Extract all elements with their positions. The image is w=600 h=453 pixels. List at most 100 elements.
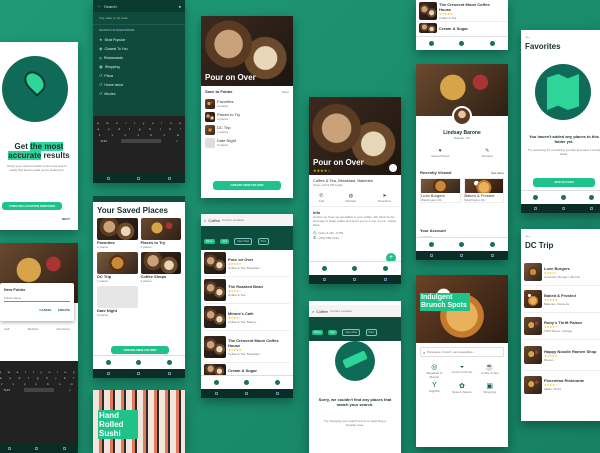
location-field[interactable]: Current Location — [330, 309, 352, 313]
price-chip[interactable]: Price — [257, 238, 270, 245]
directions-button[interactable]: ➤ Directions — [378, 193, 391, 203]
bottom-tabs[interactable] — [93, 355, 185, 369]
avatar[interactable] — [452, 106, 472, 126]
list-item[interactable]: ▣ Shopping — [99, 62, 179, 71]
open-now-chip[interactable]: Open Now — [234, 238, 253, 245]
search-input[interactable]: Pancakes, brunch, eat vegetables... — [427, 350, 475, 354]
bottom-tabs[interactable] — [416, 237, 508, 251]
open-now-chip[interactable]: Open Now — [342, 329, 361, 336]
saved-tab-icon[interactable] — [560, 195, 566, 200]
back-arrow-icon[interactable]: ← — [525, 34, 531, 40]
list-item[interactable]: ↺ Movies — [99, 89, 179, 98]
folder-name-field[interactable]: Folder Name — [4, 296, 70, 302]
list-item[interactable]: ↺ Pizza — [99, 71, 179, 80]
list-item[interactable]: ↺ Home decor — [99, 80, 179, 89]
saved-tab-icon[interactable] — [459, 41, 465, 46]
query-field[interactable]: Coffee — [316, 309, 328, 314]
filters-chip[interactable]: Filters — [204, 239, 215, 244]
list-item[interactable]: ψ Restaurants — [99, 53, 179, 62]
folder-tile[interactable]: DC Trip 1 places — [97, 252, 138, 283]
query-field[interactable]: Coffee — [208, 218, 220, 223]
category-shopping[interactable]: ▣ Shopping — [477, 382, 502, 394]
search-tab-icon[interactable] — [321, 266, 327, 271]
category-breakfast[interactable]: ◎ Breakfast & Brunch — [422, 363, 447, 379]
bottom-tabs[interactable] — [521, 190, 600, 204]
place-row[interactable]: Fiorentina Ristorante ★★★★☆ Italian, Pizza — [524, 371, 600, 398]
bookmark-icon[interactable] — [389, 164, 397, 172]
folder-tile[interactable]: Places to Try 4 places — [140, 218, 181, 249]
search-input[interactable]: Search — [104, 4, 177, 9]
create-folder-button[interactable]: Create new folder — [213, 181, 281, 190]
bottom-tabs[interactable] — [416, 36, 508, 50]
result-row[interactable]: The Roasted Bean ★★★★☆ Coffee & Tea — [204, 277, 290, 304]
list-item[interactable]: ◉ Closest To You — [99, 44, 179, 53]
profile-tab-icon[interactable] — [490, 41, 496, 46]
saved-tab-icon[interactable] — [136, 360, 142, 365]
profile-tab-icon[interactable] — [589, 195, 595, 200]
see-more-link[interactable]: See More — [491, 171, 504, 175]
folder-tile[interactable]: Coffee Shops 3 places — [140, 252, 181, 283]
location-field[interactable]: Current Location — [222, 218, 244, 222]
folder-row[interactable]: DC Trip 1 places — [205, 123, 289, 136]
result-row[interactable]: The Crescent Moon Coffee House ★★★★★ Coffe… — [416, 0, 508, 22]
saved-tab-icon[interactable] — [352, 266, 358, 271]
call-button[interactable]: ✆ Call — [319, 193, 324, 203]
recent-card[interactable]: Luxe Burgers Washington DC — [420, 178, 461, 203]
profile-tab-icon[interactable] — [275, 380, 281, 385]
create-folder-button[interactable]: Create new folder — [111, 346, 169, 354]
saved-tab-icon[interactable] — [459, 242, 465, 247]
list-item[interactable]: ★ Most Popular — [99, 35, 179, 44]
category-lunch[interactable]: ◒ Lunch & Dinner — [450, 363, 475, 379]
bottom-tabs[interactable] — [201, 375, 293, 389]
search-bar[interactable]: ⌕ Coffee Current Location — [309, 305, 401, 317]
sort-chip[interactable]: Sort — [328, 330, 337, 335]
website-action[interactable]: Website — [28, 327, 39, 331]
place-row[interactable]: Ruby's Thrift Palace ★★★★☆ Thrift Stores, … — [524, 313, 600, 340]
profile-tab-icon[interactable] — [167, 360, 173, 365]
search-tab-icon[interactable] — [428, 41, 434, 46]
sort-chip[interactable]: Sort — [220, 239, 229, 244]
filters-chip[interactable]: Filters — [312, 330, 323, 335]
category-coffee[interactable]: ☕ Coffee & Tea — [477, 363, 502, 379]
phone-number[interactable]: (202) 555-0142 — [318, 236, 339, 240]
create-button[interactable]: CREATE — [58, 308, 70, 312]
saved-places-stat[interactable]: ♥ Saved Places — [431, 148, 449, 158]
back-arrow-icon[interactable]: ← — [525, 233, 531, 239]
location-services-button[interactable]: Turn on location services — [2, 202, 62, 210]
recent-card[interactable]: Baked & Frosted Washington DC — [463, 178, 504, 203]
keyboard[interactable]: qwertyuiop asdfghjkl zxcvbnm ?123 ● — [0, 361, 78, 444]
search-bar[interactable]: ← Search ● — [93, 0, 185, 12]
place-row[interactable]: Happy Noodle Ramen Shop ★★★★★ Ramen — [524, 340, 600, 371]
result-row[interactable]: Minnie's Cafe ★★★★☆ Coffee & Tea, Bakery — [204, 304, 290, 331]
result-row[interactable]: Cream & Sugar — [416, 22, 508, 34]
profile-tab-icon[interactable] — [490, 242, 496, 247]
done-button[interactable]: Done — [282, 90, 289, 94]
result-row[interactable]: The Crescent Moon Coffee House ★★★★★ Coffe… — [204, 331, 290, 363]
search-tab-icon[interactable] — [105, 360, 111, 365]
search-bar[interactable]: ⌕ Pancakes, brunch, eat vegetables... — [420, 347, 504, 357]
add-places-button[interactable]: Add places — [533, 178, 595, 187]
saved-tab-icon[interactable] — [244, 380, 250, 385]
search-tab-icon[interactable] — [428, 242, 434, 247]
profile-tab-icon[interactable] — [383, 266, 389, 271]
folder-row[interactable]: Places to Try 4 places — [205, 110, 289, 123]
place-row[interactable]: Luxe Burgers ★★★★☆ American, Burgers, Brun… — [524, 259, 600, 286]
city-hint[interactable]: City, state or zip code — [93, 12, 185, 25]
result-row[interactable]: Pour on Over ★★★★★ Coffee & Tea, Breakfast — [204, 250, 290, 277]
next-button[interactable]: NEXT — [62, 217, 70, 221]
directions-action[interactable]: Directions — [57, 327, 70, 331]
cancel-button[interactable]: CANCEL — [39, 308, 52, 312]
folder-row[interactable]: Date Night 0 places — [205, 136, 289, 149]
category-nightlife[interactable]: Y Nightlife — [422, 382, 447, 394]
folder-tile[interactable]: Date Night 0 places — [97, 286, 138, 317]
reviews-stat[interactable]: ✎ Reviews — [482, 148, 493, 158]
bottom-tabs[interactable] — [309, 261, 401, 275]
price-chip[interactable]: Price — [365, 329, 378, 336]
search-tab-icon[interactable] — [532, 195, 538, 200]
call-action[interactable]: Call — [4, 327, 9, 331]
folder-tile[interactable]: Favorites 2 places — [97, 218, 138, 249]
category-spas[interactable]: ✿ Spas & Salons — [450, 382, 475, 394]
search-bar[interactable]: ⌕ Coffee Current Location — [201, 214, 293, 226]
back-arrow-icon[interactable]: ← — [97, 3, 102, 9]
place-row[interactable]: Baked & Frosted ★★★★★ Bakeries, Desserts — [524, 286, 600, 313]
